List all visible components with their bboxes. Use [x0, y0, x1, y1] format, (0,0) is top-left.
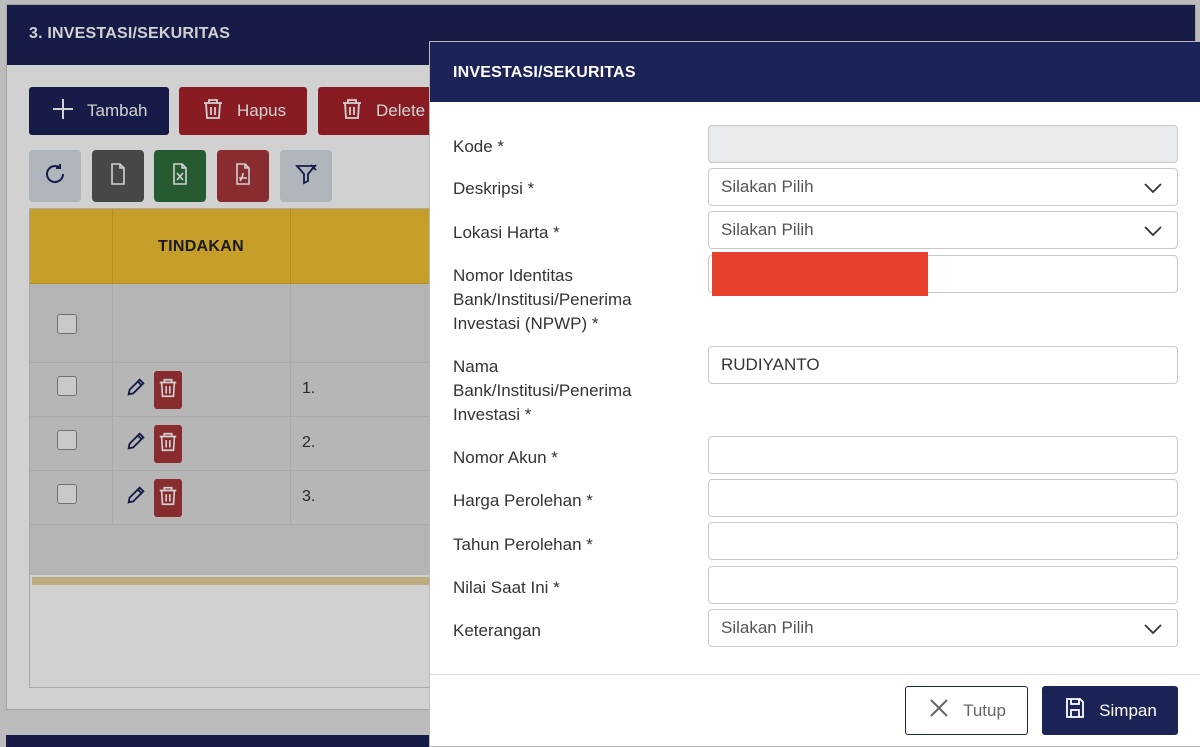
nomor-identitas-label-line: Bank/Institusi/Penerima	[453, 290, 632, 309]
harga-perolehan-label: Harga Perolehan *	[453, 491, 593, 510]
tutup-button[interactable]: Tutup	[905, 686, 1028, 735]
nama-label: Nama Bank/Institusi/Penerima Investasi *	[453, 355, 632, 427]
chevron-down-icon	[1143, 178, 1163, 198]
modal-footer: Tutup Simpan	[430, 674, 1200, 747]
deskripsi-value: Silakan Pilih	[721, 177, 814, 196]
kode-label: Kode *	[453, 137, 505, 156]
deskripsi-label: Deskripsi *	[453, 179, 535, 198]
investasi-modal: INVESTASI/SEKURITAS Kode * Deskripsi * S…	[429, 41, 1200, 747]
nilai-saat-ini-input[interactable]	[708, 566, 1178, 604]
lokasi-harta-label: Lokasi Harta *	[453, 223, 560, 242]
nama-value: RUDIYANTO	[721, 355, 820, 374]
nomor-akun-input[interactable]	[708, 436, 1178, 474]
tahun-perolehan-label: Tahun Perolehan *	[453, 535, 593, 554]
harga-perolehan-input[interactable]	[708, 479, 1178, 517]
simpan-button[interactable]: Simpan	[1042, 686, 1178, 735]
nama-input[interactable]: RUDIYANTO	[708, 346, 1178, 384]
chevron-down-icon	[1143, 619, 1163, 639]
keterangan-label: Keterangan	[453, 621, 541, 640]
keterangan-value: Silakan Pilih	[721, 618, 814, 637]
tutup-label: Tutup	[963, 700, 1006, 720]
nilai-saat-ini-label: Nilai Saat Ini *	[453, 578, 560, 597]
redaction-block	[712, 252, 928, 296]
nomor-identitas-label-line: Nomor Identitas	[453, 266, 573, 285]
close-icon	[927, 696, 951, 725]
kode-field	[708, 125, 1178, 163]
simpan-label: Simpan	[1099, 700, 1157, 720]
nama-label-line: Bank/Institusi/Penerima	[453, 381, 632, 400]
keterangan-select[interactable]: Silakan Pilih	[708, 609, 1178, 647]
deskripsi-select[interactable]: Silakan Pilih	[708, 168, 1178, 206]
nomor-identitas-input[interactable]	[708, 252, 1178, 296]
lokasi-harta-select[interactable]: Silakan Pilih	[708, 211, 1178, 249]
nama-label-line: Nama	[453, 357, 499, 376]
nama-label-line: Investasi *	[453, 405, 532, 424]
save-icon	[1063, 696, 1087, 725]
nomor-akun-label: Nomor Akun *	[453, 448, 558, 467]
modal-title: INVESTASI/SEKURITAS	[430, 42, 1200, 102]
tahun-perolehan-input[interactable]	[708, 522, 1178, 560]
nomor-identitas-label: Nomor Identitas Bank/Institusi/Penerima …	[453, 264, 632, 336]
chevron-down-icon	[1143, 221, 1163, 241]
lokasi-harta-value: Silakan Pilih	[721, 220, 814, 239]
nomor-identitas-label-line: Investasi (NPWP) *	[453, 314, 599, 333]
